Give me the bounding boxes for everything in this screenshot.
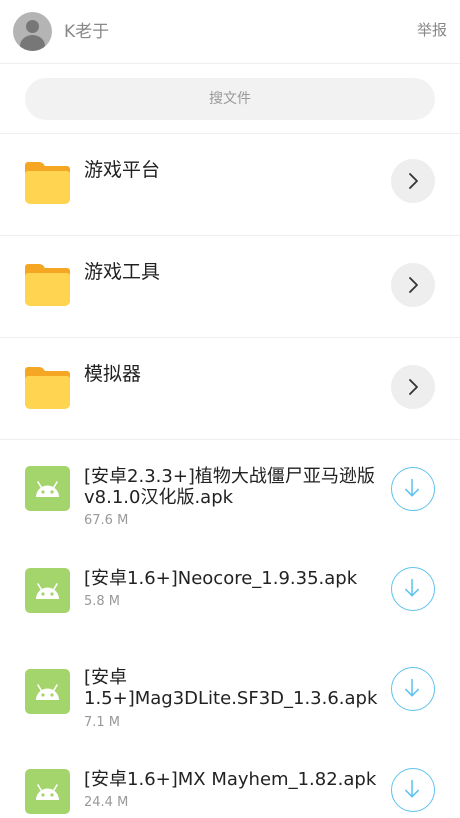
file-name: [安卓1.5+]Mag3DLite.SF3D_1.3.6.apk (84, 667, 378, 709)
file-size: 67.6 M (84, 513, 129, 528)
search-bar (0, 64, 460, 134)
download-button[interactable] (391, 667, 435, 711)
download-icon (405, 478, 420, 497)
file-name: [安卓1.6+]MX Mayhem_1.82.apk (84, 769, 377, 790)
chevron-right-icon (409, 173, 418, 189)
file-row[interactable]: [安卓1.5+]Mag3DLite.SF3D_1.3.6.apk 7.1 M (0, 645, 460, 750)
search-input[interactable] (25, 78, 435, 120)
file-row[interactable]: [安卓2.3.3+]植物大战僵尸亚马逊版v8.1.0汉化版.apk 67.6 M (0, 440, 460, 545)
android-apk-icon (25, 669, 70, 714)
folder-name: 游戏平台 (84, 159, 161, 181)
download-icon (405, 779, 420, 798)
chevron-right-icon (409, 277, 418, 293)
open-folder-button[interactable] (391, 263, 435, 307)
avatar-body (20, 35, 45, 51)
android-apk-icon (25, 769, 70, 814)
header-bar: K老于 举报 (0, 0, 460, 64)
android-apk-icon (25, 466, 70, 511)
folder-name: 模拟器 (84, 363, 142, 385)
folder-name: 游戏工具 (84, 261, 161, 283)
folder-icon (25, 367, 70, 409)
download-button[interactable] (391, 567, 435, 611)
username[interactable]: K老于 (64, 20, 109, 44)
file-row[interactable]: [安卓1.6+]MX Mayhem_1.82.apk 24.4 M (0, 750, 460, 818)
open-folder-button[interactable] (391, 365, 435, 409)
avatar[interactable] (13, 12, 52, 51)
chevron-right-icon (409, 379, 418, 395)
folder-icon (25, 264, 70, 306)
file-name: [安卓1.6+]Neocore_1.9.35.apk (84, 568, 358, 589)
folder-row-game-platform[interactable]: 游戏平台 (0, 134, 460, 236)
download-button[interactable] (391, 768, 435, 812)
avatar-head (26, 20, 39, 33)
android-apk-icon (25, 568, 70, 613)
folder-row-game-tools[interactable]: 游戏工具 (0, 236, 460, 338)
open-folder-button[interactable] (391, 159, 435, 203)
file-size: 5.8 M (84, 594, 121, 609)
download-icon (405, 678, 420, 697)
folder-icon (25, 162, 70, 204)
file-size: 24.4 M (84, 795, 129, 810)
file-size: 7.1 M (84, 715, 121, 730)
download-icon (405, 578, 420, 597)
folder-row-emulator[interactable]: 模拟器 (0, 338, 460, 440)
file-name: [安卓2.3.3+]植物大战僵尸亚马逊版v8.1.0汉化版.apk (84, 466, 375, 508)
file-row[interactable]: [安卓1.6+]Neocore_1.9.35.apk 5.8 M (0, 545, 460, 645)
report-button[interactable]: 举报 (417, 19, 447, 41)
download-button[interactable] (391, 467, 435, 511)
